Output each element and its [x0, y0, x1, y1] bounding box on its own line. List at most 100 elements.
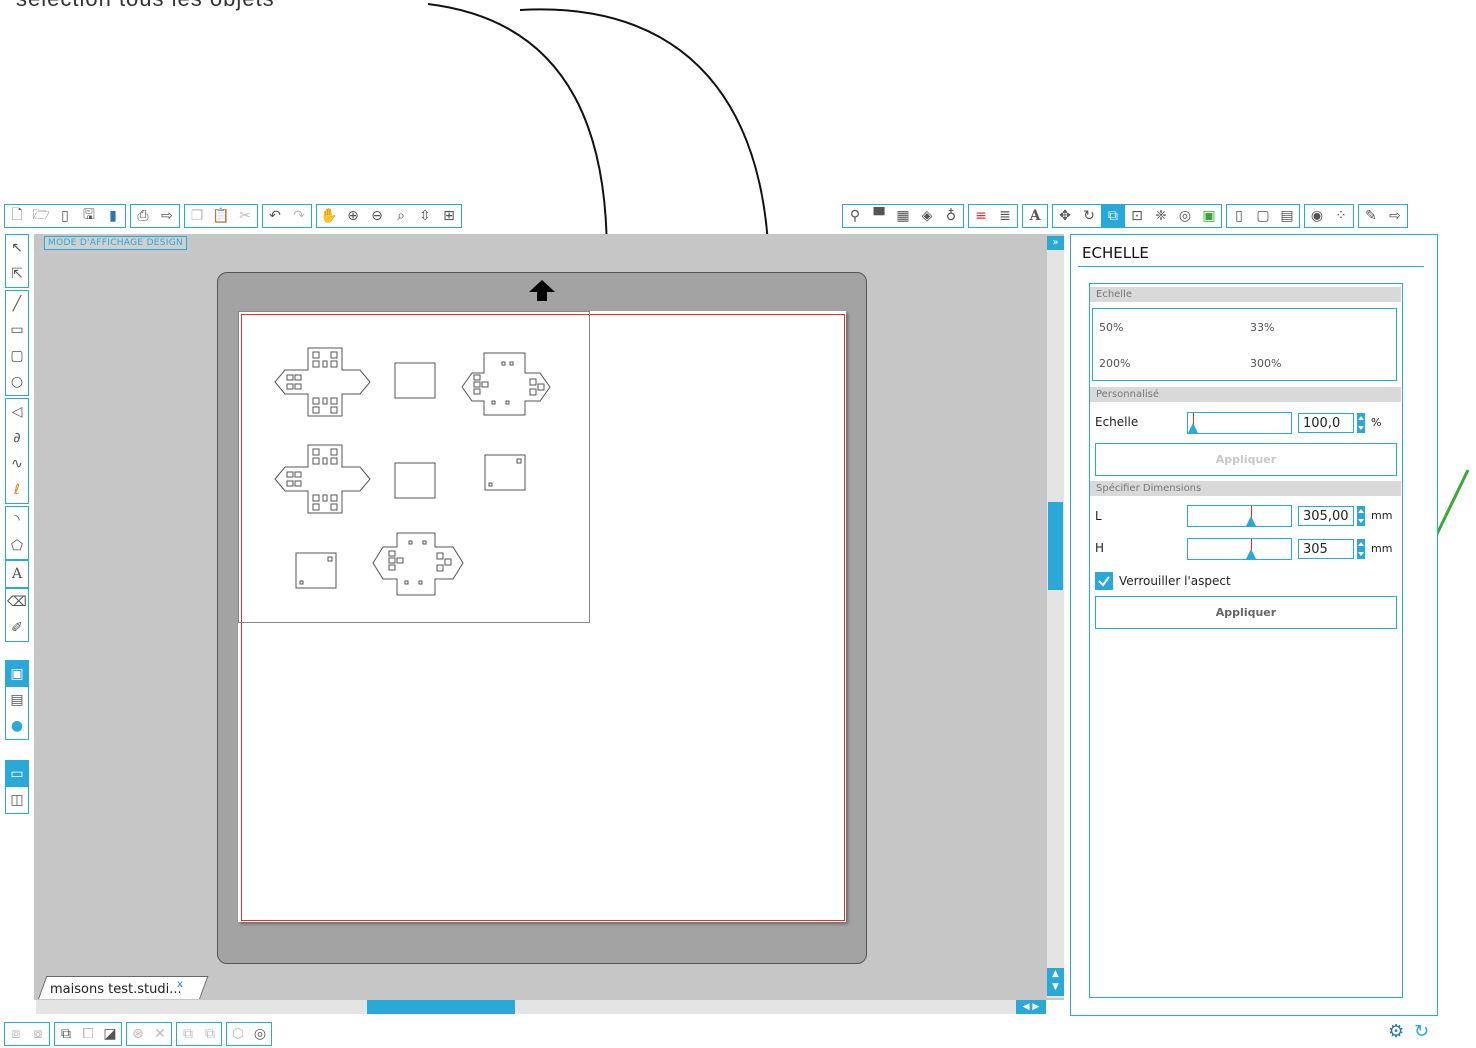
lock-aspect-checkbox[interactable] — [1095, 572, 1113, 590]
design-store-icon[interactable]: ⁘ — [1329, 205, 1353, 227]
vertical-scroll-thumb[interactable] — [1048, 502, 1063, 590]
print-icon[interactable]: ⎙ — [131, 205, 155, 227]
preset-300[interactable]: 300% — [1250, 357, 1281, 370]
zoom-fit-icon[interactable]: ⇳ — [413, 205, 437, 227]
open-library-icon[interactable]: ▯ — [53, 205, 77, 227]
weld-icon[interactable]: ⬡ — [227, 1023, 249, 1045]
rectangle-tool-icon[interactable]: ▭ — [6, 317, 28, 343]
replicate-icon[interactable]: ❈ — [1149, 205, 1173, 227]
copy-icon[interactable]: ❐ — [185, 205, 209, 227]
height-slider[interactable] — [1187, 538, 1292, 560]
make-compound-path-icon[interactable]: ⧉ — [55, 1023, 77, 1045]
grid-icon[interactable]: ▤ — [1275, 205, 1299, 227]
design-view-icon[interactable]: ▣ — [6, 661, 28, 687]
bring-forward-icon[interactable]: ◪ — [99, 1023, 121, 1045]
collapse-panel-icon[interactable]: » — [1047, 236, 1064, 250]
horizontal-scroll-arrows-icon[interactable]: ◀ ▶ — [1016, 1000, 1046, 1014]
vertical-scrollbar[interactable] — [1047, 236, 1064, 998]
width-slider[interactable] — [1187, 505, 1292, 527]
freehand-tool-icon[interactable]: ∿ — [6, 451, 28, 477]
pan-hand-icon[interactable]: ✋ — [317, 205, 341, 227]
trace-icon[interactable]: ▣ — [1197, 205, 1221, 227]
send-to-cutter-icon[interactable]: ⇨ — [155, 205, 179, 227]
move-icon[interactable]: ⊡ — [1125, 205, 1149, 227]
store-view-icon[interactable]: ● — [6, 713, 28, 739]
registration-icon[interactable]: ▢ — [1251, 205, 1275, 227]
offset-bottom-icon[interactable]: ◎ — [249, 1023, 271, 1045]
close-tab-icon[interactable]: x — [177, 979, 183, 990]
rounded-rectangle-tool-icon[interactable]: ▢ — [6, 343, 28, 369]
document-tab-label[interactable]: maisons test.studi... — [50, 982, 182, 997]
height-spinner[interactable] — [1357, 539, 1365, 559]
line-style-icon[interactable]: ≡ — [969, 205, 993, 227]
design-shapes[interactable] — [238, 311, 588, 621]
send-backward-icon[interactable]: ⧉ — [177, 1023, 199, 1045]
preset-200[interactable]: 200% — [1099, 357, 1130, 370]
line-weight-icon[interactable]: ≣ — [993, 205, 1017, 227]
smooth-freehand-tool-icon[interactable]: ℓ — [6, 477, 28, 503]
settings-gear-icon[interactable]: ⚙ — [1388, 1021, 1404, 1042]
knife-tool-icon[interactable]: ✐ — [6, 615, 28, 641]
regular-polygon-tool-icon[interactable]: ⬠ — [6, 533, 28, 559]
open-icon[interactable]: 🗁 — [29, 205, 53, 227]
curve-tool-icon[interactable]: ∂ — [6, 425, 28, 451]
duplicate-icon[interactable]: ⊛ — [127, 1023, 149, 1045]
ungroup-icon[interactable]: ⧇ — [27, 1023, 49, 1045]
redo-icon[interactable]: ↷ — [287, 205, 311, 227]
line-tool-icon[interactable]: ╱ — [6, 291, 28, 317]
horizontal-scroll-thumb[interactable] — [367, 1000, 515, 1014]
text-style-icon[interactable]: A — [1023, 205, 1047, 227]
width-input[interactable]: 305,00 — [1298, 506, 1354, 526]
group-icon[interactable]: ⧈ — [5, 1023, 27, 1045]
vertical-scroll-arrows-icon[interactable]: ▲ ▼ — [1047, 968, 1064, 996]
zoom-in-icon[interactable]: ⊕ — [341, 205, 365, 227]
preset-50[interactable]: 50% — [1099, 321, 1123, 334]
save-as-icon[interactable]: ▮ — [101, 205, 125, 227]
send-icon[interactable]: ⇨ — [1383, 205, 1407, 227]
scale-input[interactable]: 100,0 — [1298, 413, 1354, 433]
split-panel-icon[interactable]: ◫ — [6, 787, 28, 813]
width-spinner[interactable] — [1357, 506, 1365, 526]
page-setup-icon[interactable]: ▯ — [1227, 205, 1251, 227]
scale-slider[interactable] — [1187, 412, 1292, 434]
apply-scale-button[interactable]: Appliquer — [1095, 443, 1397, 476]
horizontal-scrollbar[interactable] — [36, 1000, 1046, 1014]
eraser-tool-icon[interactable]: ⌫ — [6, 589, 28, 615]
fill-color-icon[interactable]: ⚲ — [843, 205, 867, 227]
single-panel-icon[interactable]: ▭ — [6, 761, 28, 787]
edit-points-icon[interactable]: ⇱ — [6, 261, 28, 287]
cut-icon[interactable]: ✂ — [233, 205, 257, 227]
fill-panel-icon[interactable]: ◈ — [915, 205, 939, 227]
transform-icon[interactable]: ✥ — [1053, 205, 1077, 227]
release-compound-path-icon[interactable]: ⧠ — [77, 1023, 99, 1045]
zoom-select-icon[interactable]: ⌕ — [389, 205, 413, 227]
undo-icon[interactable]: ↶ — [263, 205, 287, 227]
paste-icon[interactable]: 📋 — [209, 205, 233, 227]
offset-icon[interactable]: ◎ — [1173, 205, 1197, 227]
new-document-icon[interactable]: 🗋 — [5, 205, 29, 227]
sync-icon[interactable]: ↻ — [1414, 1021, 1429, 1042]
library-view-icon[interactable]: ▤ — [6, 687, 28, 713]
zoom-page-icon[interactable]: ⊞ — [437, 205, 461, 227]
ellipse-tool-icon[interactable]: ○ — [6, 369, 28, 395]
scale-icon[interactable]: ⧉ — [1101, 205, 1125, 227]
library-icon[interactable]: ◉ — [1305, 205, 1329, 227]
line-color-icon[interactable]: ♁ — [939, 205, 963, 227]
arc-tool-icon[interactable]: ◝ — [6, 507, 28, 533]
rotate-icon[interactable]: ↻ — [1077, 205, 1101, 227]
save-icon[interactable]: 🖫 — [77, 205, 101, 227]
send-to-back-icon[interactable]: ⧉ — [199, 1023, 221, 1045]
lock-aspect-label[interactable]: Verrouiller l'aspect — [1119, 574, 1231, 588]
scale-spinner[interactable] — [1357, 413, 1365, 433]
select-tool-icon[interactable]: ↖ — [6, 235, 28, 261]
zoom-out-icon[interactable]: ⊖ — [365, 205, 389, 227]
text-tool-icon[interactable]: A — [6, 561, 28, 587]
sketch-icon[interactable]: ✎ — [1359, 205, 1383, 227]
polygon-tool-icon[interactable]: ◁ — [6, 399, 28, 425]
height-input[interactable]: 305 — [1298, 539, 1354, 559]
fill-pattern-icon[interactable]: ▦ — [891, 205, 915, 227]
fill-gradient-icon[interactable]: ▀ — [867, 205, 891, 227]
delete-icon[interactable]: ✕ — [149, 1023, 171, 1045]
apply-dimensions-button[interactable]: Appliquer — [1095, 596, 1397, 629]
preset-33[interactable]: 33% — [1250, 321, 1274, 334]
